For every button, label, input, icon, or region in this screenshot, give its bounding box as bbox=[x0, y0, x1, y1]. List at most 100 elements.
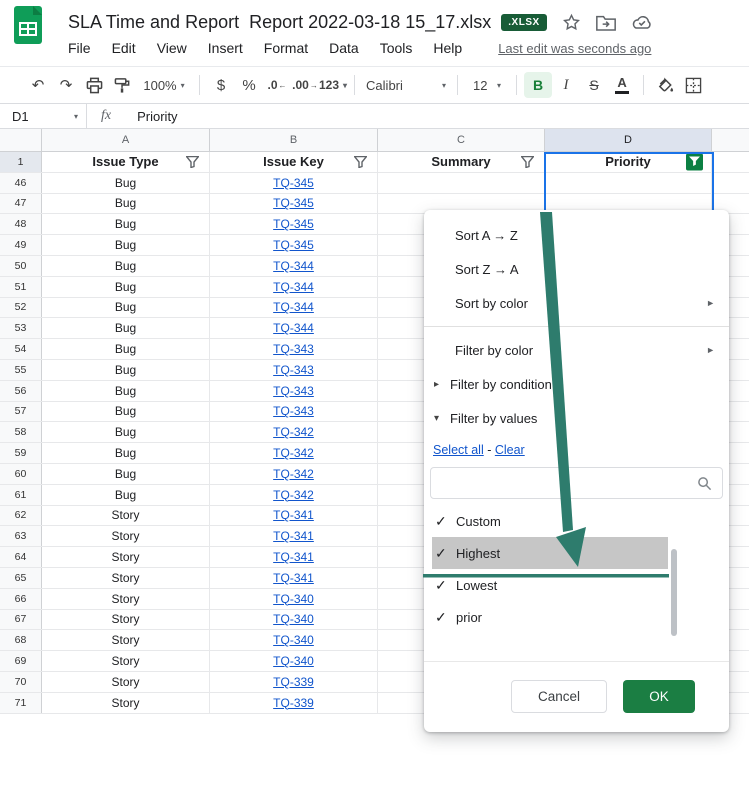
ok-button[interactable]: OK bbox=[623, 680, 695, 713]
issue-type-cell[interactable]: Bug bbox=[42, 464, 210, 484]
filter-funnel-icon[interactable] bbox=[521, 156, 534, 168]
row-number[interactable]: 59 bbox=[0, 443, 42, 463]
issue-type-cell[interactable]: Story bbox=[42, 672, 210, 692]
row-number[interactable]: 65 bbox=[0, 568, 42, 588]
issue-type-cell[interactable]: Bug bbox=[42, 256, 210, 276]
header-cell-summary[interactable]: Summary bbox=[378, 152, 545, 172]
issue-key-link[interactable]: TQ-345 bbox=[273, 217, 314, 231]
fill-color-button[interactable] bbox=[651, 72, 679, 98]
issue-type-cell[interactable]: Story bbox=[42, 568, 210, 588]
issue-key-link[interactable]: TQ-341 bbox=[273, 508, 314, 522]
undo-button[interactable]: ↶ bbox=[24, 72, 52, 98]
values-scrollbar[interactable] bbox=[671, 549, 677, 636]
issue-key-cell[interactable]: TQ-340 bbox=[210, 651, 378, 671]
column-header-b[interactable]: B bbox=[210, 129, 378, 151]
name-box[interactable]: D1 ▾ bbox=[0, 104, 86, 128]
column-header-c[interactable]: C bbox=[378, 129, 545, 151]
menu-insert[interactable]: Insert bbox=[208, 40, 243, 56]
issue-key-link[interactable]: TQ-340 bbox=[273, 592, 314, 606]
issue-key-cell[interactable]: TQ-345 bbox=[210, 173, 378, 193]
last-edit-status[interactable]: Last edit was seconds ago bbox=[498, 41, 651, 56]
row-number[interactable]: 1 bbox=[0, 152, 42, 172]
filter-value-item[interactable]: ✓ Custom bbox=[432, 505, 668, 537]
zoom-select[interactable]: 100%▾ bbox=[136, 72, 192, 98]
issue-key-link[interactable]: TQ-342 bbox=[273, 425, 314, 439]
paint-format-button[interactable] bbox=[108, 72, 136, 98]
issue-key-cell[interactable]: TQ-341 bbox=[210, 506, 378, 526]
issue-key-link[interactable]: TQ-340 bbox=[273, 612, 314, 626]
issue-key-link[interactable]: TQ-344 bbox=[273, 300, 314, 314]
more-formats-button[interactable]: 123▾ bbox=[319, 72, 347, 98]
issue-type-cell[interactable]: Bug bbox=[42, 360, 210, 380]
filter-funnel-icon[interactable] bbox=[186, 156, 199, 168]
issue-type-cell[interactable]: Story bbox=[42, 693, 210, 713]
issue-type-cell[interactable]: Bug bbox=[42, 422, 210, 442]
row-number[interactable]: 50 bbox=[0, 256, 42, 276]
text-color-button[interactable]: A bbox=[608, 72, 636, 98]
issue-type-cell[interactable]: Story bbox=[42, 589, 210, 609]
issue-key-cell[interactable]: TQ-344 bbox=[210, 318, 378, 338]
row-number[interactable]: 60 bbox=[0, 464, 42, 484]
issue-type-cell[interactable]: Story bbox=[42, 506, 210, 526]
row-number[interactable]: 70 bbox=[0, 672, 42, 692]
issue-key-cell[interactable]: TQ-340 bbox=[210, 630, 378, 650]
filter-value-item[interactable]: ✓ Highest bbox=[432, 537, 668, 569]
row-number[interactable]: 47 bbox=[0, 194, 42, 214]
print-button[interactable] bbox=[80, 72, 108, 98]
format-currency-button[interactable]: $ bbox=[207, 72, 235, 98]
issue-key-link[interactable]: TQ-343 bbox=[273, 342, 314, 356]
clear-link[interactable]: Clear bbox=[495, 443, 525, 457]
row-number[interactable]: 51 bbox=[0, 277, 42, 297]
row-number[interactable]: 68 bbox=[0, 630, 42, 650]
issue-key-link[interactable]: TQ-344 bbox=[273, 321, 314, 335]
bold-button[interactable]: B bbox=[524, 72, 552, 98]
select-all-corner[interactable] bbox=[0, 129, 42, 151]
row-number[interactable]: 71 bbox=[0, 693, 42, 713]
issue-type-cell[interactable]: Bug bbox=[42, 214, 210, 234]
row-number[interactable]: 61 bbox=[0, 485, 42, 505]
sheets-logo-icon[interactable] bbox=[14, 6, 42, 49]
header-cell-empty[interactable] bbox=[712, 152, 749, 172]
redo-button[interactable]: ↷ bbox=[52, 72, 80, 98]
issue-key-link[interactable]: TQ-343 bbox=[273, 384, 314, 398]
issue-type-cell[interactable]: Story bbox=[42, 630, 210, 650]
issue-key-cell[interactable]: TQ-341 bbox=[210, 568, 378, 588]
issue-key-cell[interactable]: TQ-339 bbox=[210, 672, 378, 692]
issue-type-cell[interactable]: Bug bbox=[42, 339, 210, 359]
header-cell-issue-type[interactable]: Issue Type bbox=[42, 152, 210, 172]
header-cell-issue-key[interactable]: Issue Key bbox=[210, 152, 378, 172]
issue-key-link[interactable]: TQ-341 bbox=[273, 550, 314, 564]
issue-key-link[interactable]: TQ-344 bbox=[273, 280, 314, 294]
issue-key-cell[interactable]: TQ-344 bbox=[210, 298, 378, 318]
row-number[interactable]: 49 bbox=[0, 235, 42, 255]
issue-key-cell[interactable]: TQ-342 bbox=[210, 443, 378, 463]
menu-help[interactable]: Help bbox=[433, 40, 462, 56]
issue-key-link[interactable]: TQ-342 bbox=[273, 488, 314, 502]
active-filter-funnel-icon[interactable] bbox=[686, 153, 703, 170]
issue-key-link[interactable]: TQ-342 bbox=[273, 446, 314, 460]
issue-key-link[interactable]: TQ-345 bbox=[273, 238, 314, 252]
filter-funnel-icon[interactable] bbox=[354, 156, 367, 168]
select-all-link[interactable]: Select all bbox=[433, 443, 484, 457]
issue-type-cell[interactable]: Story bbox=[42, 547, 210, 567]
increase-decimal-button[interactable]: .00→ bbox=[291, 72, 319, 98]
column-header-d[interactable]: D bbox=[545, 129, 712, 151]
move-folder-icon[interactable] bbox=[596, 14, 616, 31]
issue-type-cell[interactable]: Bug bbox=[42, 318, 210, 338]
row-number[interactable]: 55 bbox=[0, 360, 42, 380]
issue-type-cell[interactable]: Bug bbox=[42, 298, 210, 318]
row-number[interactable]: 58 bbox=[0, 422, 42, 442]
issue-key-cell[interactable]: TQ-343 bbox=[210, 402, 378, 422]
issue-key-cell[interactable]: TQ-341 bbox=[210, 547, 378, 567]
row-number[interactable]: 53 bbox=[0, 318, 42, 338]
row-number[interactable]: 46 bbox=[0, 173, 42, 193]
issue-key-cell[interactable]: TQ-344 bbox=[210, 277, 378, 297]
filter-by-condition-item[interactable]: ▸Filter by condition bbox=[424, 367, 729, 401]
filter-value-item[interactable]: ✓ prior bbox=[432, 601, 668, 633]
row-number[interactable]: 54 bbox=[0, 339, 42, 359]
issue-key-cell[interactable]: TQ-343 bbox=[210, 339, 378, 359]
issue-key-link[interactable]: TQ-341 bbox=[273, 571, 314, 585]
issue-type-cell[interactable]: Bug bbox=[42, 443, 210, 463]
row-number[interactable]: 69 bbox=[0, 651, 42, 671]
issue-key-link[interactable]: TQ-340 bbox=[273, 633, 314, 647]
